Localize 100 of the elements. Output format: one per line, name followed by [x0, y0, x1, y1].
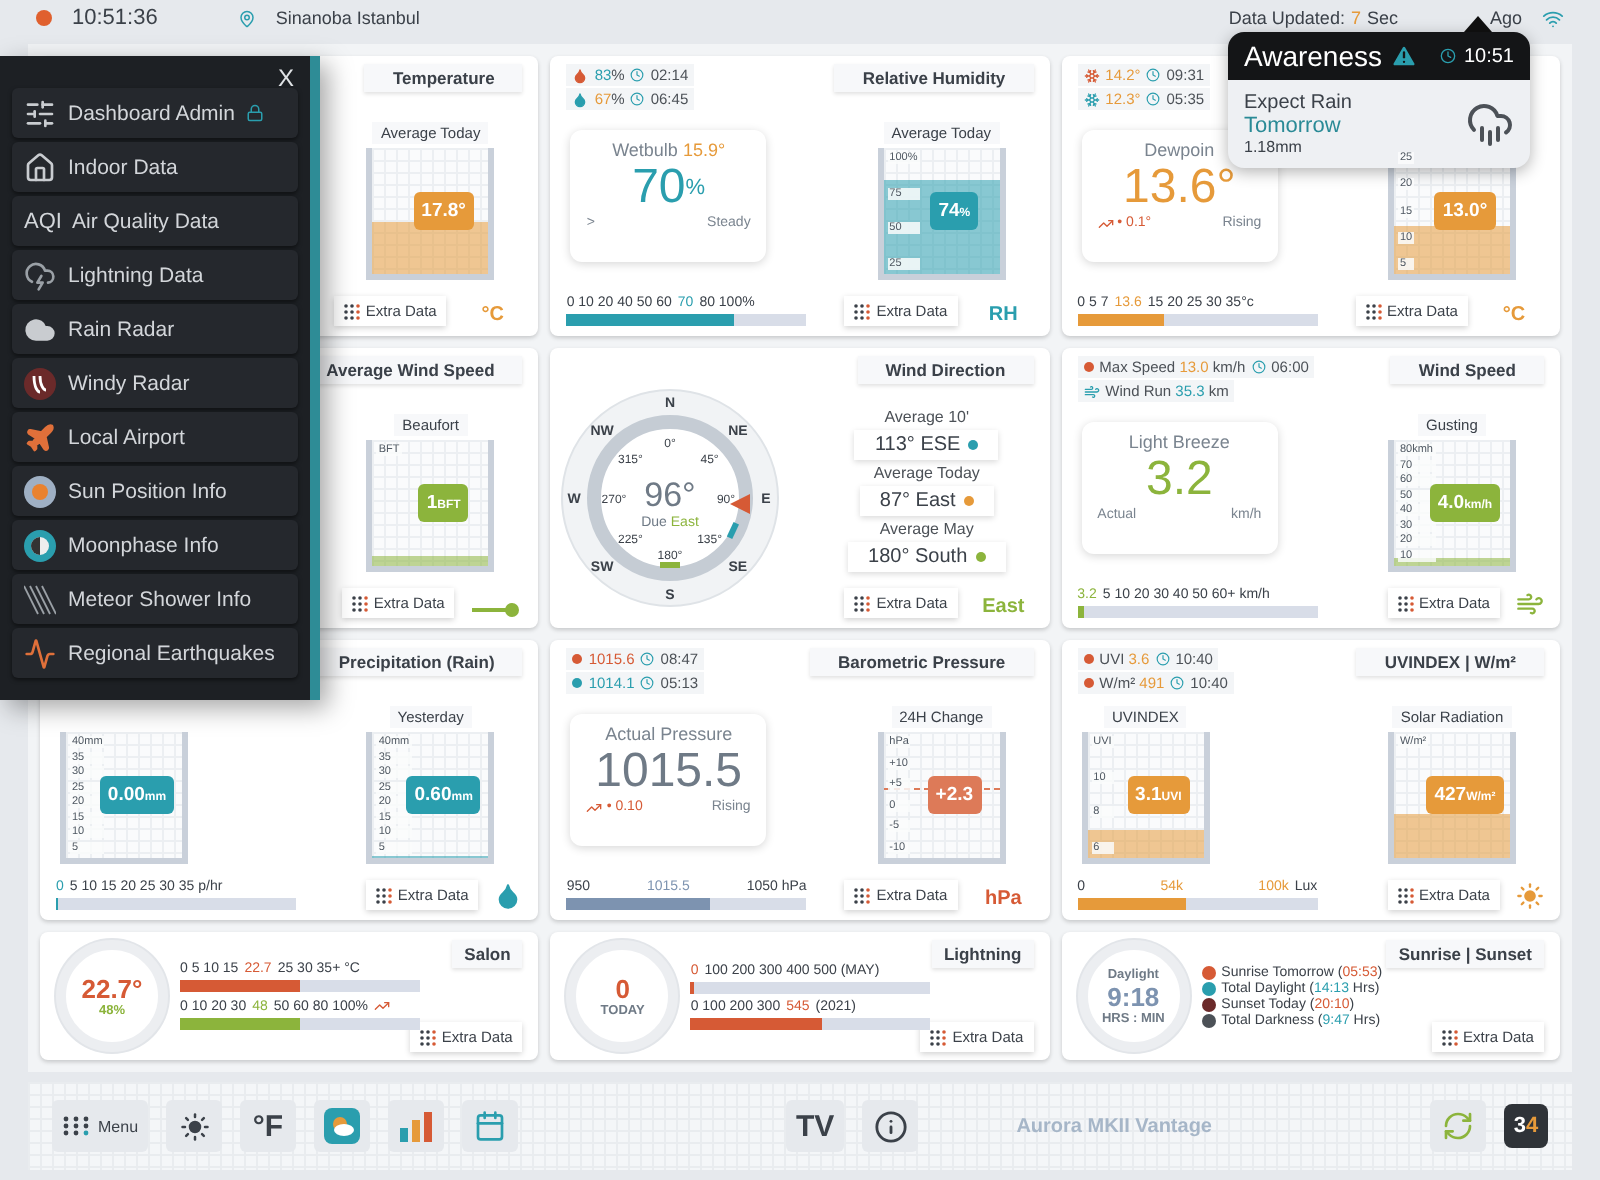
readout-value: 13.6° [1123, 159, 1236, 215]
readout-title: Wetbulb 15.9° [612, 139, 726, 159]
readout-value: 70% [632, 159, 706, 215]
card-title: Salon [452, 940, 523, 968]
menu-item-label: Indoor Data [68, 155, 178, 179]
toolbar-button[interactable]: TV [786, 1100, 845, 1152]
update-status-tail: Ago [1489, 8, 1522, 28]
tank-value: +2.3 [927, 776, 982, 814]
aqi-label: AQI [24, 209, 60, 233]
average-value: 113° ESE [874, 434, 961, 456]
grid-dots-icon [1397, 595, 1414, 611]
readout-value: 1015.5 [595, 743, 743, 799]
readout-value: 3.2 [1145, 451, 1213, 507]
tank-value: 17.8° [413, 192, 474, 230]
card-title: UVINDEX | W/m² [1356, 648, 1544, 676]
menu-item[interactable]: Sun Position Info [12, 466, 298, 516]
clock-icon [1251, 360, 1266, 374]
calendar-icon [474, 1110, 507, 1142]
average-label: Average 10' [884, 408, 969, 426]
menu-item[interactable]: Indoor Data [12, 142, 298, 192]
grid-dots-icon [854, 887, 871, 903]
menu-item[interactable]: Rain Radar [12, 304, 298, 354]
readout-title: Light Breeze [1128, 431, 1230, 451]
cloud-icon [24, 313, 56, 345]
calendar-button[interactable] [462, 1100, 519, 1152]
windy-logo-icon [24, 367, 56, 399]
menu-icon [62, 1116, 90, 1136]
menu-item[interactable]: Regional Earthquakes [12, 628, 298, 678]
close-button[interactable]: X [277, 64, 294, 92]
pulse-icon [24, 637, 56, 669]
info-icon [873, 1109, 908, 1143]
weather-app-button[interactable] [314, 1100, 371, 1152]
grid-dots-icon [1441, 1029, 1458, 1045]
warning-icon [1390, 42, 1419, 70]
clock-time: 10:51:36 [72, 6, 158, 30]
menu-item-label: Air Quality Data [72, 209, 220, 233]
update-status: Data Updated: 7 Sec [1228, 8, 1398, 28]
menu-item-label: Meteor Shower Info [68, 587, 252, 611]
grid-dots-icon [419, 1029, 436, 1045]
grid-dots-icon [343, 303, 360, 319]
sliders-icon [24, 97, 56, 129]
gauge-value: 9:18 [1107, 981, 1160, 1011]
unit-label: °C [1500, 304, 1528, 326]
clock-icon [640, 652, 655, 666]
card-title: Lightning [931, 940, 1034, 968]
location-name: Sinanoba Istanbul [275, 8, 420, 28]
calendar-badge[interactable]: 34 [1504, 1104, 1548, 1148]
toolbar-button[interactable]: °F [240, 1100, 297, 1152]
average-value: 87° East [879, 490, 956, 512]
clock-icon [630, 92, 645, 106]
menu-item-label: Rain Radar [68, 317, 175, 341]
cloud-lightning-icon [24, 259, 56, 291]
menu-item[interactable]: Local Airport [12, 412, 298, 462]
status-dot [36, 10, 52, 26]
unit-label: RH [986, 304, 1020, 326]
card-title: Wind Speed [1390, 356, 1544, 384]
menu-item[interactable]: Meteor Shower Info [12, 574, 298, 624]
card-title: Relative Humidity [834, 64, 1034, 92]
clock-icon [1439, 48, 1456, 64]
grid-dots-icon [351, 595, 368, 611]
average-label: Average May [879, 520, 974, 538]
clock-icon [630, 68, 645, 82]
trend-icon [1097, 215, 1114, 231]
menu-item[interactable]: Lightning Data [12, 250, 298, 300]
menu-item[interactable]: Dashboard Admin [12, 88, 298, 138]
grid-dots-icon [854, 595, 871, 611]
bar-chart-icon [398, 1110, 435, 1142]
trend-icon [374, 998, 390, 1014]
station-name: Aurora MKII Vantage [1016, 1115, 1212, 1137]
menu-item-label: Moonphase Info [68, 533, 219, 557]
charts-button[interactable] [388, 1100, 445, 1152]
refresh-button[interactable] [1430, 1100, 1486, 1152]
unit-label: °C [479, 304, 506, 326]
cloud-app-icon [324, 1108, 361, 1144]
menu-item[interactable]: Moonphase Info [12, 520, 298, 570]
house-icon [24, 151, 56, 183]
alert-when: Tomorrow [1244, 114, 1343, 138]
menu-item[interactable]: AQI Air Quality Data [12, 196, 298, 246]
menu-button[interactable]: Menu [52, 1100, 149, 1152]
grid-dots-icon [1365, 303, 1382, 319]
moon-phase-icon [24, 529, 56, 561]
clock-icon [640, 676, 655, 690]
average-value: 180° South [868, 546, 968, 568]
menu-item[interactable]: Windy Radar [12, 358, 298, 408]
clock-icon [1170, 676, 1185, 690]
tank-value: 13.0° [1434, 192, 1496, 230]
alert-text: Expect Rain [1244, 92, 1352, 114]
grid-dots-icon [375, 887, 392, 903]
info-button[interactable] [862, 1100, 919, 1152]
popup-time: 10:51 [1463, 45, 1514, 67]
clock-icon [1146, 68, 1161, 82]
wifi-icon [1542, 7, 1564, 29]
menu-item-label: Windy Radar [68, 371, 190, 395]
trend-icon [586, 799, 603, 815]
menu-item-label: Sun Position Info [68, 479, 227, 503]
sun-icon [179, 1111, 210, 1141]
theme-button[interactable] [166, 1100, 223, 1152]
readout-title: Dewpoin [1144, 139, 1215, 159]
clock-icon [1146, 92, 1161, 106]
menu-item-label: Lightning Data [68, 263, 204, 287]
